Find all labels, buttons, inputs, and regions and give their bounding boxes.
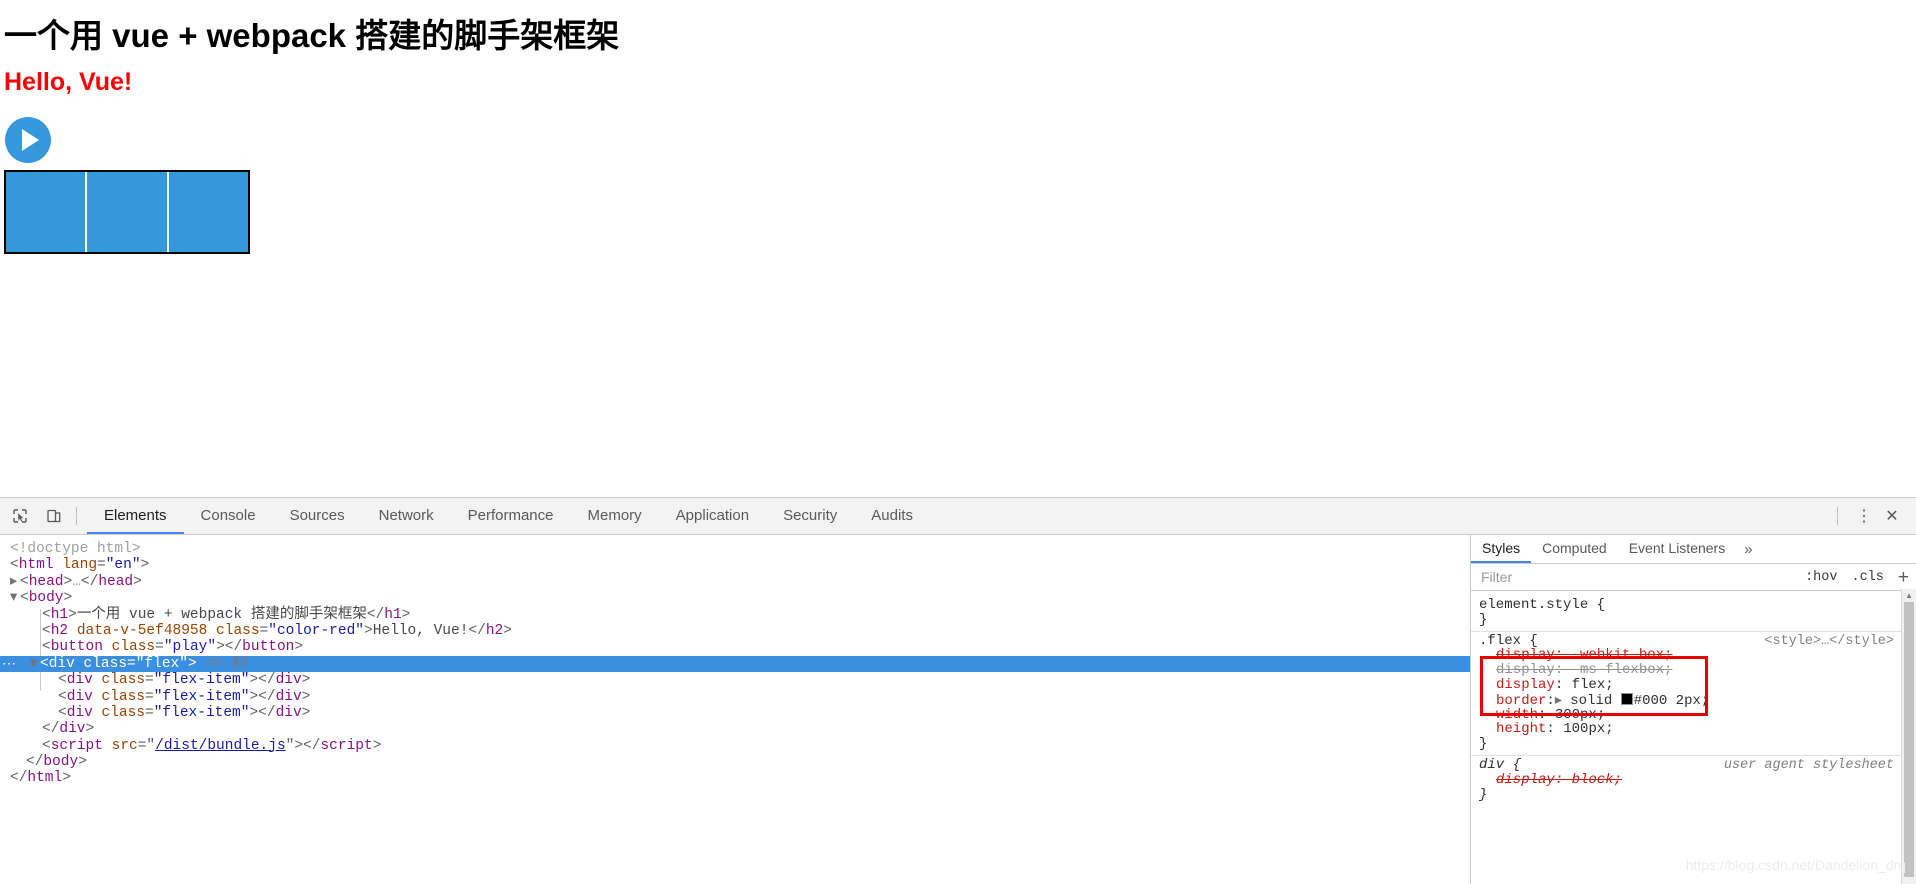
- tab-console[interactable]: Console: [184, 498, 273, 534]
- toolbar-divider-right: [1837, 507, 1838, 525]
- flex-item: [87, 172, 169, 252]
- tab-security[interactable]: Security: [766, 498, 854, 534]
- dom-line-flex-item[interactable]: <div class="flex-item"></div>: [0, 689, 1470, 705]
- more-options-icon[interactable]: ⋮: [1850, 503, 1878, 529]
- dom-line-doctype[interactable]: <!doctype html>: [0, 541, 1470, 557]
- css-declaration-display-ms-flexbox[interactable]: display: -ms-flexbox;: [1479, 663, 1916, 678]
- inspect-cursor-icon[interactable]: [6, 503, 34, 529]
- close-icon[interactable]: ✕: [1878, 503, 1906, 529]
- twisty-expanded-icon[interactable]: ▾: [30, 656, 40, 672]
- tab-audits[interactable]: Audits: [854, 498, 930, 534]
- tab-network[interactable]: Network: [362, 498, 451, 534]
- devtools-panel: Elements Console Sources Network Perform…: [0, 497, 1916, 884]
- css-brace-close: }: [1479, 736, 1488, 753]
- dom-tree-pane[interactable]: <!doctype html> <html lang="en"> ▸ <head>…: [0, 535, 1471, 884]
- dom-line-flex-div-selected[interactable]: ⋯ ▾ <div class="flex"> == $0: [0, 655, 1470, 673]
- toolbar-right-group: ⋮ ✕: [1825, 503, 1916, 529]
- css-declaration-width[interactable]: width: 300px;: [1479, 707, 1916, 723]
- tab-elements[interactable]: Elements: [87, 498, 184, 534]
- page-subtitle-h2: Hello, Vue!: [4, 68, 133, 96]
- twisty-collapsed-icon[interactable]: ▸: [10, 574, 20, 590]
- twisty-expanded-icon[interactable]: ▾: [10, 590, 20, 606]
- toolbar-divider: [76, 507, 77, 525]
- dom-line-button[interactable]: <button class="play"></button>: [0, 639, 1470, 655]
- tab-performance[interactable]: Performance: [451, 498, 571, 534]
- dom-line-html-open[interactable]: <html lang="en">: [0, 557, 1470, 573]
- add-style-rule-button[interactable]: +: [1891, 568, 1916, 587]
- dom-line-flex-item[interactable]: <div class="flex-item"></div>: [0, 705, 1470, 721]
- dom-line-flex-item[interactable]: <div class="flex-item"></div>: [0, 672, 1470, 688]
- css-declaration-display-flex[interactable]: display: flex;: [1479, 678, 1916, 693]
- css-declaration-height[interactable]: height: 100px;: [1479, 722, 1916, 737]
- dom-line-h2[interactable]: <h2 data-v-5ef48958 class="color-red">He…: [0, 623, 1470, 639]
- screen-root: 一个用 vue + webpack 搭建的脚手架框架 Hello, Vue! E…: [0, 0, 1916, 884]
- css-rules-area: element.style { } <style>…</style> .flex…: [1471, 591, 1916, 805]
- scroll-up-arrow-icon[interactable]: ▲: [1902, 589, 1916, 602]
- more-tabs-icon[interactable]: »: [1736, 535, 1760, 563]
- dom-line-body-open[interactable]: ▾ <body>: [0, 590, 1470, 606]
- devtools-body: <!doctype html> <html lang="en"> ▸ <head>…: [0, 535, 1916, 884]
- cls-button[interactable]: .cls: [1844, 570, 1890, 585]
- css-rule-origin[interactable]: <style>…</style>: [1764, 634, 1894, 650]
- tab-sources[interactable]: Sources: [273, 498, 362, 534]
- flex-container: [4, 170, 250, 254]
- styles-pane: Styles Computed Event Listeners » :hov .…: [1471, 535, 1916, 884]
- css-declaration-border[interactable]: border:▸ solid #000 2px;: [1479, 692, 1916, 708]
- css-selector[interactable]: element.style {: [1479, 598, 1916, 613]
- scrollbar-thumb[interactable]: [1904, 602, 1914, 877]
- css-rule-origin: user agent stylesheet: [1723, 757, 1894, 773]
- tab-application[interactable]: Application: [659, 498, 766, 534]
- dom-line-html-close[interactable]: </html>: [0, 770, 1470, 786]
- flex-item: [6, 172, 88, 252]
- tab-computed[interactable]: Computed: [1531, 535, 1618, 563]
- color-swatch[interactable]: [1620, 692, 1633, 705]
- dom-line-script[interactable]: <script src="/dist/bundle.js"></script>: [0, 738, 1470, 754]
- css-declaration-display-block[interactable]: display: block;: [1479, 772, 1916, 788]
- devtools-toolbar: Elements Console Sources Network Perform…: [0, 498, 1916, 535]
- css-rule-flex[interactable]: <style>…</style> .flex { display: -webki…: [1471, 630, 1916, 755]
- flex-item: [168, 172, 248, 252]
- play-button[interactable]: [5, 117, 51, 163]
- devtools-tab-bar: Elements Console Sources Network Perform…: [87, 498, 930, 534]
- styles-tab-bar: Styles Computed Event Listeners »: [1471, 535, 1916, 564]
- dom-line-h1[interactable]: <h1>一个用 vue + webpack 搭建的脚手架框架</h1>: [0, 607, 1470, 623]
- page-title-h1: 一个用 vue + webpack 搭建的脚手架框架: [4, 17, 620, 54]
- css-rule-div-useragent[interactable]: user agent stylesheet div { display: blo…: [1471, 754, 1916, 805]
- css-declaration-display-webkit-box[interactable]: display: -webkit-box;: [1479, 648, 1916, 663]
- hov-button[interactable]: :hov: [1798, 570, 1844, 585]
- script-src-link[interactable]: /dist/bundle.js: [155, 738, 286, 754]
- filter-input[interactable]: [1479, 568, 1799, 586]
- rendered-page: 一个用 vue + webpack 搭建的脚手架框架 Hello, Vue!: [0, 0, 1916, 497]
- tab-event-listeners[interactable]: Event Listeners: [1618, 535, 1737, 563]
- styles-filter-row: :hov .cls +: [1471, 564, 1916, 591]
- dom-line-head[interactable]: ▸ <head>…</head>: [0, 574, 1470, 590]
- css-rule-element-style[interactable]: element.style { }: [1471, 596, 1916, 631]
- device-toolbar-icon[interactable]: [40, 503, 68, 529]
- dom-line-body-close[interactable]: </body>: [0, 754, 1470, 770]
- styles-scrollbar[interactable]: ▲: [1901, 589, 1916, 884]
- tab-memory[interactable]: Memory: [571, 498, 659, 534]
- dom-line-div-close[interactable]: </div>: [0, 721, 1470, 737]
- tab-styles[interactable]: Styles: [1471, 535, 1532, 563]
- css-brace-close: }: [1479, 786, 1488, 803]
- overflow-ellipsis-icon[interactable]: ⋯: [2, 657, 17, 673]
- css-brace-close: }: [1479, 611, 1488, 628]
